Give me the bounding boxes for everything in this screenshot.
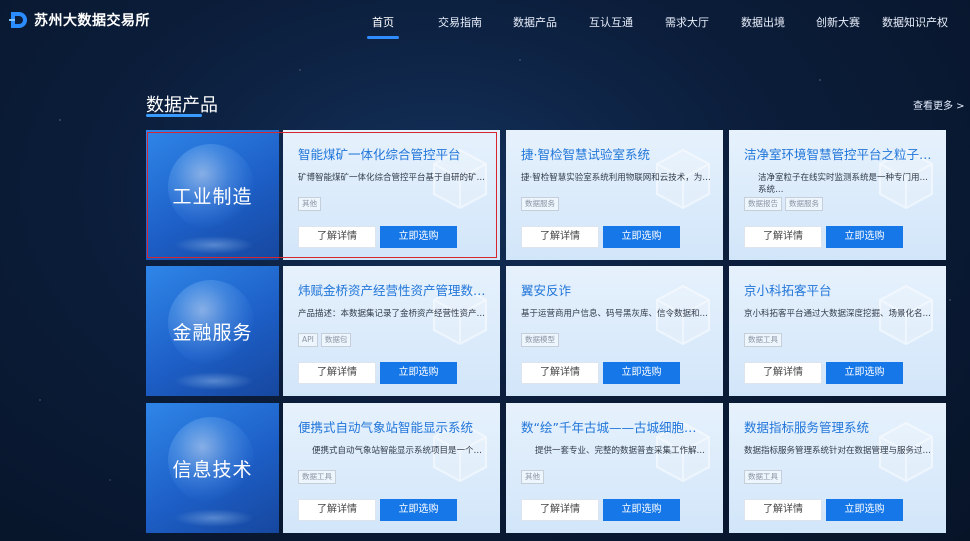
- view-more-link[interactable]: 查看更多 >: [913, 97, 965, 112]
- learn-more-button[interactable]: 了解详情: [298, 499, 376, 521]
- learn-more-button[interactable]: 了解详情: [744, 499, 822, 521]
- category-label: 工业制造: [172, 186, 253, 208]
- buy-now-button[interactable]: 立即选购: [603, 362, 680, 384]
- buy-now-button[interactable]: 立即选购: [380, 362, 457, 384]
- top-header: 苏州大数据交易所 首页 交易指南 数据产品 互认互通 需求大厅 数据出境 创新大…: [0, 0, 970, 42]
- learn-more-button[interactable]: 了解详情: [744, 226, 822, 248]
- product-description: 产品描述：本数据集记录了金桥资产经营性资产…: [298, 309, 486, 319]
- product-tag: 其他: [298, 197, 321, 211]
- product-tag: 数据包: [320, 333, 352, 347]
- product-description: 京小科拓客平台通过大数据深度挖掘、场景化名…: [744, 309, 932, 319]
- section-title-bar: [146, 114, 202, 117]
- product-tags: 数据工具: [744, 470, 782, 484]
- product-tags: 数据服务: [521, 197, 559, 211]
- product-card[interactable]: 炜赋金桥资产经营性资产管理数… 产品描述：本数据集记录了金桥资产经营性资产… API…: [283, 266, 500, 396]
- product-title[interactable]: 洁净室环境智慧管控平台之粒子…: [744, 144, 934, 163]
- buy-now-button[interactable]: 立即选购: [603, 499, 680, 521]
- category-label: 金融服务: [172, 322, 253, 344]
- product-title[interactable]: 炜赋金桥资产经营性资产管理数…: [298, 280, 488, 299]
- product-title[interactable]: 翼安反诈: [521, 280, 711, 299]
- product-card[interactable]: 数“绘”千年古城——古城细胞… 提供一套专业、完整的数据普查采集工作解… 其他了解详…: [506, 403, 723, 533]
- nav-item-interconnect[interactable]: 互认互通: [589, 14, 633, 30]
- product-card[interactable]: 洁净室环境智慧管控平台之粒子… 洁净室粒子在线实时监测系统是一种专门用…系统… 数据…: [729, 130, 946, 260]
- learn-more-button[interactable]: 了解详情: [298, 362, 376, 384]
- product-card[interactable]: 便携式自动气象站智能显示系统便携式自动气象站智能显示系统项目是一个… 数据工具了解…: [283, 403, 500, 533]
- nav-item-export[interactable]: 数据出境: [741, 14, 785, 30]
- product-tags: 其他: [298, 197, 321, 211]
- product-description: 基于运营商用户信息、码号黑灰库、信令数据和…: [521, 309, 709, 319]
- product-tags: 数据工具: [744, 333, 782, 347]
- nav-item-ip[interactable]: 数据知识产权: [882, 14, 948, 30]
- nav-item-home[interactable]: 首页: [372, 14, 394, 30]
- product-tags: 其他: [521, 470, 544, 484]
- product-title[interactable]: 数据指标服务管理系统: [744, 417, 934, 436]
- product-card[interactable]: 捷·智检智慧试验室系统捷·智检智慧实验室系统利用物联网和云技术，为… 数据服务了解…: [506, 130, 723, 260]
- buy-now-button[interactable]: 立即选购: [826, 362, 903, 384]
- buy-now-button[interactable]: 立即选购: [380, 499, 457, 521]
- product-tag: 数据工具: [298, 470, 336, 484]
- product-title[interactable]: 智能煤矿一体化综合管控平台: [298, 144, 488, 163]
- product-card[interactable]: 数据指标服务管理系统数据指标服务管理系统针对在数据管理与服务过… 数据工具了解详情…: [729, 403, 946, 533]
- product-tag: API: [298, 333, 318, 347]
- product-description: 提供一套专业、完整的数据普查采集工作解…: [535, 446, 706, 456]
- learn-more-button[interactable]: 了解详情: [521, 362, 599, 384]
- learn-more-button[interactable]: 了解详情: [298, 226, 376, 248]
- nav-item-contest[interactable]: 创新大赛: [816, 14, 860, 30]
- main-nav: 首页 交易指南 数据产品 互认互通 需求大厅 数据出境 创新大赛 数据知识产权: [0, 14, 970, 34]
- product-tag: 数据工具: [744, 470, 782, 484]
- buy-now-button[interactable]: 立即选购: [380, 226, 457, 248]
- product-tags: 数据模型: [521, 333, 559, 347]
- product-title[interactable]: 数“绘”千年古城——古城细胞…: [521, 417, 711, 436]
- category-tile-industry[interactable]: 工业制造: [146, 130, 279, 260]
- product-title[interactable]: 京小科拓客平台: [744, 280, 934, 299]
- product-tags: API 数据包: [298, 333, 352, 347]
- product-title[interactable]: 捷·智检智慧试验室系统: [521, 144, 711, 163]
- product-title[interactable]: 便携式自动气象站智能显示系统: [298, 417, 488, 436]
- buy-now-button[interactable]: 立即选购: [603, 226, 680, 248]
- learn-more-button[interactable]: 了解详情: [521, 226, 599, 248]
- product-tag: 数据模型: [521, 333, 559, 347]
- nav-item-products[interactable]: 数据产品: [513, 14, 557, 30]
- product-tag: 数据报告: [744, 197, 782, 211]
- product-tag: 数据服务: [521, 197, 559, 211]
- category-tile-it[interactable]: 信息技术: [146, 403, 279, 533]
- product-description: 洁净室粒子在线实时监测系统是一种专门用…系统…: [758, 173, 929, 194]
- category-label: 信息技术: [172, 459, 253, 481]
- product-description: 矿博智能煤矿一体化综合管控平台基于自研的矿…: [298, 173, 486, 183]
- product-tags: 数据工具: [298, 470, 336, 484]
- nav-item-guide[interactable]: 交易指南: [438, 14, 482, 30]
- category-tile-finance[interactable]: 金融服务: [146, 266, 279, 396]
- nav-item-demand[interactable]: 需求大厅: [665, 14, 709, 30]
- buy-now-button[interactable]: 立即选购: [826, 226, 903, 248]
- product-card[interactable]: 智能煤矿一体化综合管控平台矿博智能煤矿一体化综合管控平台基于自研的矿… 其他了解详…: [283, 130, 500, 260]
- learn-more-button[interactable]: 了解详情: [744, 362, 822, 384]
- product-tag: 数据服务: [785, 197, 823, 211]
- nav-active-indicator: [367, 36, 399, 39]
- product-tags: 数据报告 数据服务: [744, 197, 823, 211]
- product-card[interactable]: 京小科拓客平台京小科拓客平台通过大数据深度挖掘、场景化名… 数据工具了解详情 立即选…: [729, 266, 946, 396]
- product-description: 捷·智检智慧实验室系统利用物联网和云技术，为…: [521, 173, 711, 183]
- product-card[interactable]: 翼安反诈基于运营商用户信息、码号黑灰库、信令数据和… 数据模型了解详情 立即选购: [506, 266, 723, 396]
- product-tag: 其他: [521, 470, 544, 484]
- buy-now-button[interactable]: 立即选购: [826, 499, 903, 521]
- learn-more-button[interactable]: 了解详情: [521, 499, 599, 521]
- product-description: 数据指标服务管理系统针对在数据管理与服务过…: [744, 446, 932, 456]
- product-tag: 数据工具: [744, 333, 782, 347]
- product-description: 便携式自动气象站智能显示系统项目是一个…: [312, 446, 483, 456]
